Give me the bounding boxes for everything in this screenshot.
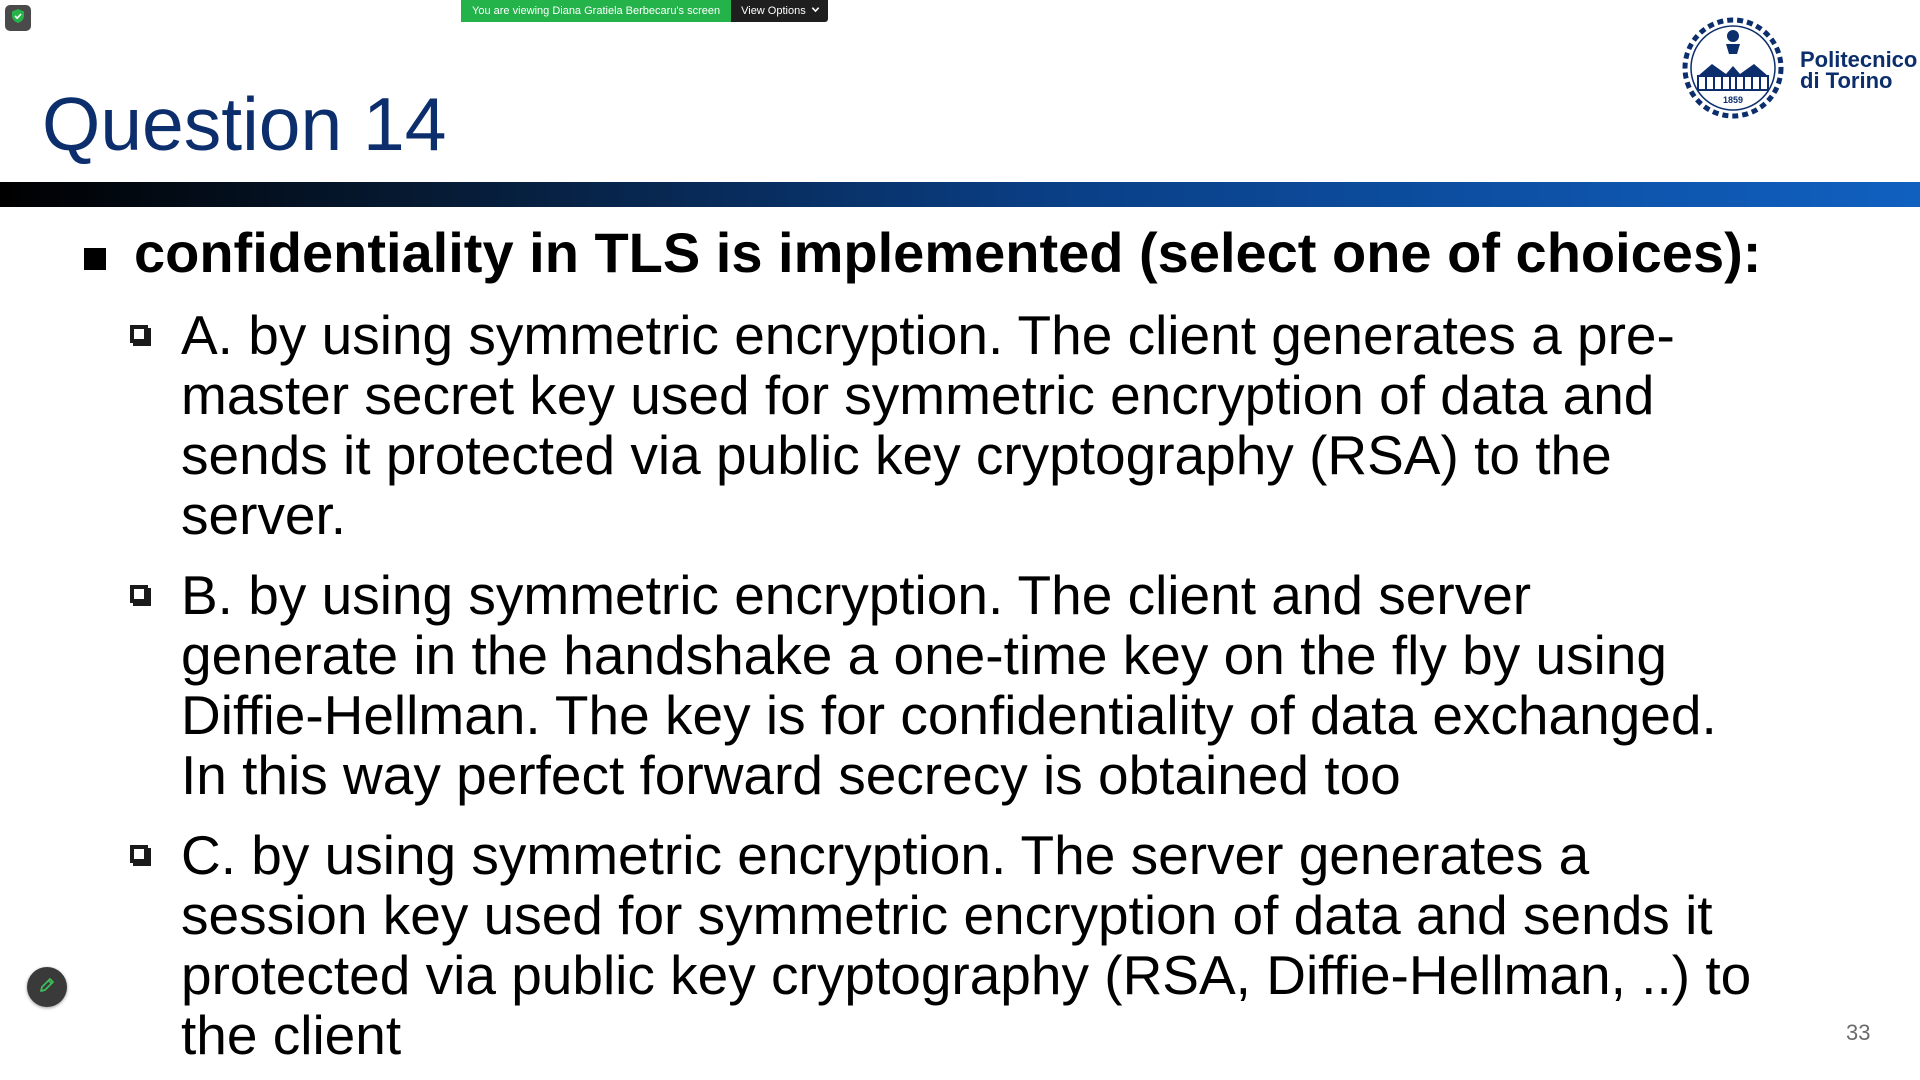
square-bullet-icon xyxy=(84,248,106,270)
svg-text:1859: 1859 xyxy=(1723,95,1743,105)
option-line: sends it protected via public key crypto… xyxy=(181,424,1612,486)
option-b: B. by using symmetric encryption. The cl… xyxy=(130,565,1890,805)
checkbox-bullet-icon xyxy=(130,585,148,603)
question: confidentiality in TLS is implemented (s… xyxy=(84,222,1884,284)
option-line: In this way perfect forward secrecy is o… xyxy=(181,744,1401,806)
option-b-text: B. by using symmetric encryption. The cl… xyxy=(181,565,1717,805)
view-options-label: View Options xyxy=(741,5,806,17)
option-c-text: C. by using symmetric encryption. The se… xyxy=(181,825,1751,1065)
logo-name-line1: Politecnico xyxy=(1800,47,1918,72)
option-line: B. by using symmetric encryption. The cl… xyxy=(181,564,1532,626)
chevron-down-icon xyxy=(811,5,820,17)
option-line: the client xyxy=(181,1004,402,1066)
option-line: generate in the handshake a one-time key… xyxy=(181,624,1667,686)
option-line: protected via public key cryptography (R… xyxy=(181,944,1752,1006)
security-shield-button[interactable] xyxy=(5,5,31,31)
checkbox-bullet-icon xyxy=(130,325,148,343)
option-line: Diffie-Hellman. The key is for confident… xyxy=(181,684,1717,746)
slide-page-number: 33 xyxy=(1846,1020,1871,1045)
slide-title: Question 14 xyxy=(42,82,447,166)
share-status-text: You are viewing Diana Gratiela Berbecaru… xyxy=(461,0,732,22)
question-text: confidentiality in TLS is implemented (s… xyxy=(134,221,1762,284)
option-line: C. by using symmetric encryption. The se… xyxy=(181,824,1590,886)
option-c: C. by using symmetric encryption. The se… xyxy=(130,825,1890,1065)
option-a: A. by using symmetric encryption. The cl… xyxy=(130,305,1890,545)
option-a-text: A. by using symmetric encryption. The cl… xyxy=(181,305,1675,545)
pen-icon xyxy=(38,976,56,999)
view-options-button[interactable]: View Options xyxy=(731,0,828,22)
shield-icon xyxy=(10,8,26,29)
option-line: master secret key used for symmetric enc… xyxy=(181,364,1655,426)
checkbox-bullet-icon xyxy=(130,845,148,863)
option-line: session key used for symmetric encryptio… xyxy=(181,884,1713,946)
option-line: A. by using symmetric encryption. The cl… xyxy=(181,304,1675,366)
logo-name-line2: di Torino xyxy=(1800,68,1893,93)
option-line: server. xyxy=(181,484,347,546)
screen-share-banner: You are viewing Diana Gratiela Berbecaru… xyxy=(461,0,828,22)
university-logo: 1859 Politecnico di Torino xyxy=(1674,14,1920,126)
annotate-button[interactable] xyxy=(27,967,67,1007)
university-seal-icon: 1859 xyxy=(1674,14,1792,127)
title-divider-bar xyxy=(0,182,1920,207)
